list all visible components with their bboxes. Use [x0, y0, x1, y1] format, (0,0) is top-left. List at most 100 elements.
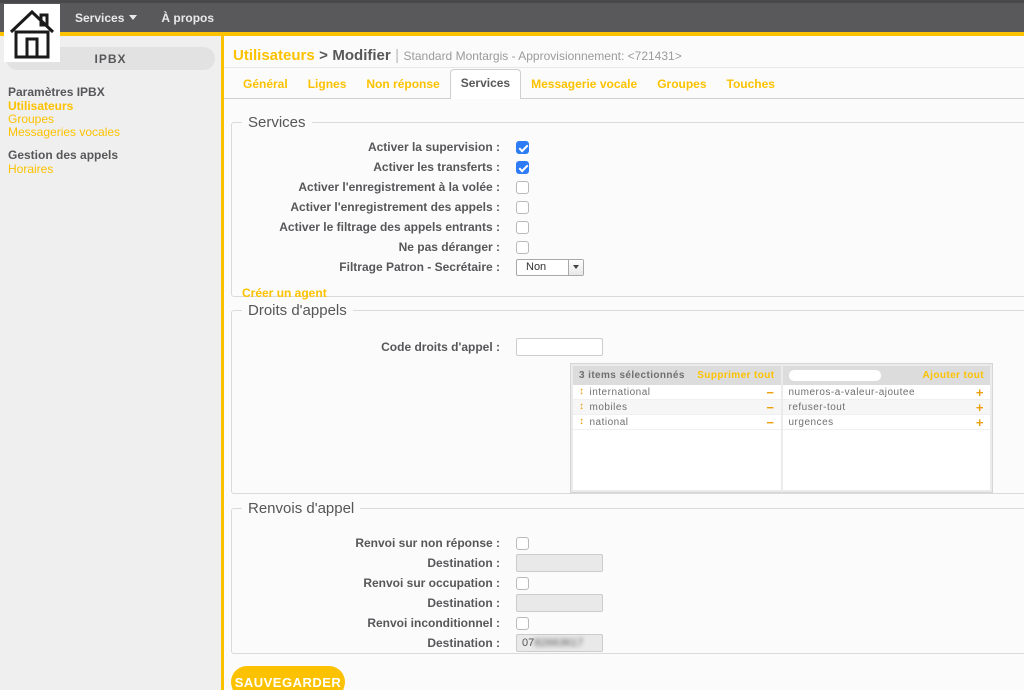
renvois-appel-section: Renvois d'appel Renvoi sur non réponse :…: [231, 500, 1024, 654]
sidebar: IPBX Paramètres IPBX Utilisateurs Groupe…: [0, 36, 221, 690]
nav-about-label: À propos: [161, 11, 214, 25]
chevron-down-icon: [573, 265, 579, 269]
right-name: mobiles: [590, 402, 628, 413]
renvoi-non-reponse-checkbox[interactable]: [516, 537, 529, 550]
drag-handle-icon[interactable]: ↕: [579, 417, 585, 427]
sidebar-item-messageries-vocales[interactable]: Messageries vocales: [8, 126, 213, 139]
services-legend: Services: [242, 114, 312, 131]
renvoi-occupation-checkbox[interactable]: [516, 577, 529, 590]
form-row: Activer l'enregistrement des appels :: [240, 197, 1024, 217]
enregistrement-appels-label: Activer l'enregistrement des appels :: [240, 200, 500, 214]
services-section: Services Activer la supervision : Active…: [231, 114, 1024, 297]
tab-lignes[interactable]: Lignes: [298, 71, 357, 98]
destination-non-reponse-input[interactable]: [516, 554, 603, 572]
form-row: Activer la supervision :: [240, 137, 1024, 157]
form-row: Filtrage Patron - Secrétaire : Non: [240, 257, 1024, 277]
supprimer-tout-button[interactable]: Supprimer tout: [697, 370, 774, 381]
tab-general[interactable]: Général: [233, 71, 298, 98]
creer-agent-link[interactable]: Créer un agent: [242, 286, 327, 300]
form-row: Renvoi sur non réponse :: [240, 533, 1024, 553]
sidebar-item-horaires[interactable]: Horaires: [8, 163, 213, 176]
chevron-down-icon: [129, 15, 137, 20]
renvoi-inconditionnel-checkbox[interactable]: [516, 617, 529, 630]
droits-appels-section: Droits d'appels Code droits d'appel : 3 …: [231, 302, 1024, 494]
list-item[interactable]: numeros-a-valeur-ajoutee +: [783, 385, 991, 400]
list-item[interactable]: ↕ mobiles −: [573, 400, 781, 415]
right-name: international: [590, 387, 651, 398]
droits-appels-legend: Droits d'appels: [242, 302, 353, 319]
destination-label: Destination :: [240, 636, 500, 650]
destination-occupation-input[interactable]: [516, 594, 603, 612]
add-right-button[interactable]: +: [976, 416, 984, 429]
form-row: Destination : 07 82663617: [240, 633, 1024, 653]
enregistrement-volee-checkbox[interactable]: [516, 181, 529, 194]
ajouter-tout-button[interactable]: Ajouter tout: [923, 370, 984, 381]
available-rights-panel: Ajouter tout numeros-a-valeur-ajoutee + …: [783, 366, 991, 490]
select-dropdown-button[interactable]: [568, 260, 583, 275]
drag-handle-icon[interactable]: ↕: [579, 402, 585, 412]
save-button[interactable]: SAUVEGARDER: [231, 666, 345, 690]
nav-services-menu[interactable]: Services: [75, 11, 137, 25]
destination-label: Destination :: [240, 596, 500, 610]
ne-pas-deranger-checkbox[interactable]: [516, 241, 529, 254]
form-row: Ne pas déranger :: [240, 237, 1024, 257]
renvoi-inconditionnel-label: Renvoi inconditionnel :: [240, 616, 500, 630]
breadcrumb-utilisateurs-link[interactable]: Utilisateurs: [233, 47, 315, 64]
breadcrumb-separator: >: [319, 47, 328, 64]
rights-search-input[interactable]: [789, 370, 881, 381]
form-row: Activer les transferts :: [240, 157, 1024, 177]
house-icon: [8, 7, 56, 59]
phone-prefix: 07: [522, 637, 534, 649]
phone-redacted-digits: 82663617: [534, 637, 583, 649]
form-row: Renvoi inconditionnel :: [240, 613, 1024, 633]
transferts-checkbox[interactable]: [516, 161, 529, 174]
tab-groupes[interactable]: Groupes: [647, 71, 716, 98]
main-content: Utilisateurs > Modifier | Standard Monta…: [224, 36, 1024, 690]
form-row: Renvoi sur occupation :: [240, 573, 1024, 593]
destination-label: Destination :: [240, 556, 500, 570]
drag-handle-icon[interactable]: ↕: [579, 387, 585, 397]
add-right-button[interactable]: +: [976, 386, 984, 399]
filtrage-entrants-checkbox[interactable]: [516, 221, 529, 234]
tab-messagerie-vocale[interactable]: Messagerie vocale: [521, 71, 647, 98]
sidebar-section-gestion: Gestion des appels Horaires: [0, 149, 221, 176]
droits-dual-list: 3 items sélectionnés Supprimer tout ↕ in…: [570, 363, 993, 493]
form-row: Activer l'enregistrement à la volée :: [240, 177, 1024, 197]
nav-services-label: Services: [75, 11, 124, 25]
home-logo[interactable]: [4, 4, 60, 62]
renvoi-non-reponse-label: Renvoi sur non réponse :: [240, 536, 500, 550]
list-item[interactable]: ↕ international −: [573, 385, 781, 400]
right-name: refuser-tout: [789, 402, 846, 413]
list-item[interactable]: refuser-tout +: [783, 400, 991, 415]
breadcrumb-page-title: Modifier: [332, 47, 390, 64]
filtrage-patron-label: Filtrage Patron - Secrétaire :: [240, 260, 500, 274]
sidebar-section-parametres: Paramètres IPBX Utilisateurs Groupes Mes…: [0, 86, 221, 139]
selected-rights-panel: 3 items sélectionnés Supprimer tout ↕ in…: [573, 366, 781, 490]
ne-pas-deranger-label: Ne pas déranger :: [240, 240, 500, 254]
form-row: Code droits d'appel :: [240, 337, 1024, 357]
add-right-button[interactable]: +: [976, 401, 984, 414]
filtrage-patron-select[interactable]: Non: [516, 259, 584, 276]
selected-count-label: 3 items sélectionnés: [579, 370, 685, 381]
remove-right-button[interactable]: −: [766, 386, 774, 399]
destination-inconditionnel-input[interactable]: 07 82663617: [516, 634, 603, 652]
supervision-checkbox[interactable]: [516, 141, 529, 154]
sidebar-heading-gestion: Gestion des appels: [8, 149, 213, 162]
remove-right-button[interactable]: −: [766, 416, 774, 429]
tab-touches[interactable]: Touches: [717, 71, 785, 98]
tab-non-reponse[interactable]: Non réponse: [356, 71, 449, 98]
enregistrement-appels-checkbox[interactable]: [516, 201, 529, 214]
remove-right-button[interactable]: −: [766, 401, 774, 414]
filtrage-patron-value: Non: [517, 261, 568, 273]
tab-services[interactable]: Services: [450, 69, 521, 99]
selected-rights-header: 3 items sélectionnés Supprimer tout: [573, 366, 781, 385]
transferts-label: Activer les transferts :: [240, 160, 500, 174]
breadcrumb-subtitle: Standard Montargis - Approvisionnement: …: [404, 49, 682, 63]
available-rights-header: Ajouter tout: [783, 366, 991, 385]
list-item[interactable]: urgences +: [783, 415, 991, 430]
list-item[interactable]: ↕ national −: [573, 415, 781, 430]
tab-bar: Général Lignes Non réponse Services Mess…: [224, 68, 1024, 99]
code-droits-input[interactable]: [516, 338, 603, 356]
nav-about[interactable]: À propos: [161, 11, 214, 25]
form-row: Destination :: [240, 553, 1024, 573]
